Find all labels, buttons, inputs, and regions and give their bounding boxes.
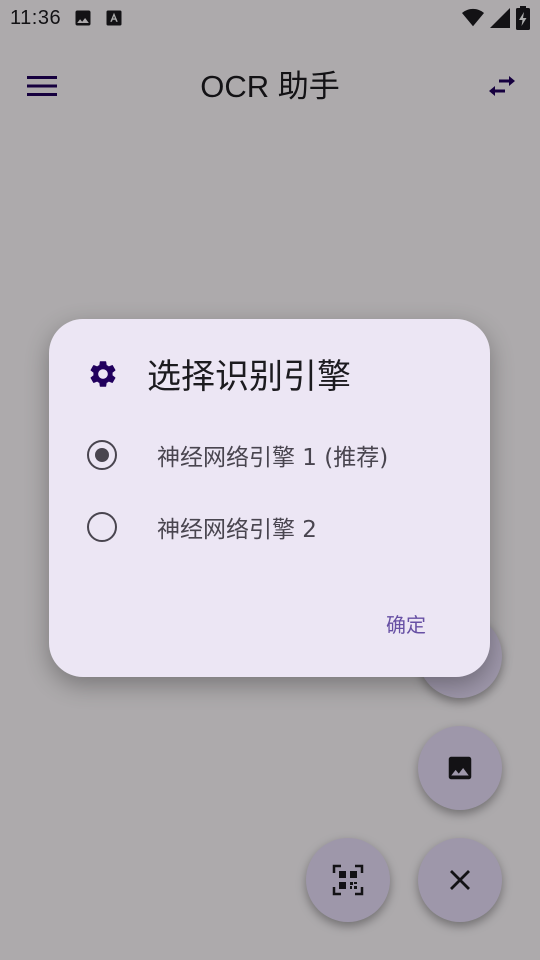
radio-button-selected[interactable] bbox=[87, 440, 117, 470]
option-label: 神经网络引擎 1 (推荐) bbox=[157, 445, 389, 471]
option-label: 神经网络引擎 2 bbox=[157, 517, 317, 543]
confirm-button[interactable]: 确定 bbox=[376, 605, 436, 642]
dialog-title: 选择识别引擎 bbox=[147, 357, 351, 397]
engine-option-2[interactable]: 神经网络引擎 2 bbox=[87, 502, 467, 552]
dialog-header: 选择识别引擎 bbox=[87, 349, 351, 398]
engine-option-1[interactable]: 神经网络引擎 1 (推荐) bbox=[87, 430, 467, 480]
engine-select-dialog: 选择识别引擎 神经网络引擎 1 (推荐) 神经网络引擎 2 确定 bbox=[49, 319, 490, 677]
radio-button[interactable] bbox=[87, 512, 117, 542]
gear-icon bbox=[90, 360, 116, 387]
